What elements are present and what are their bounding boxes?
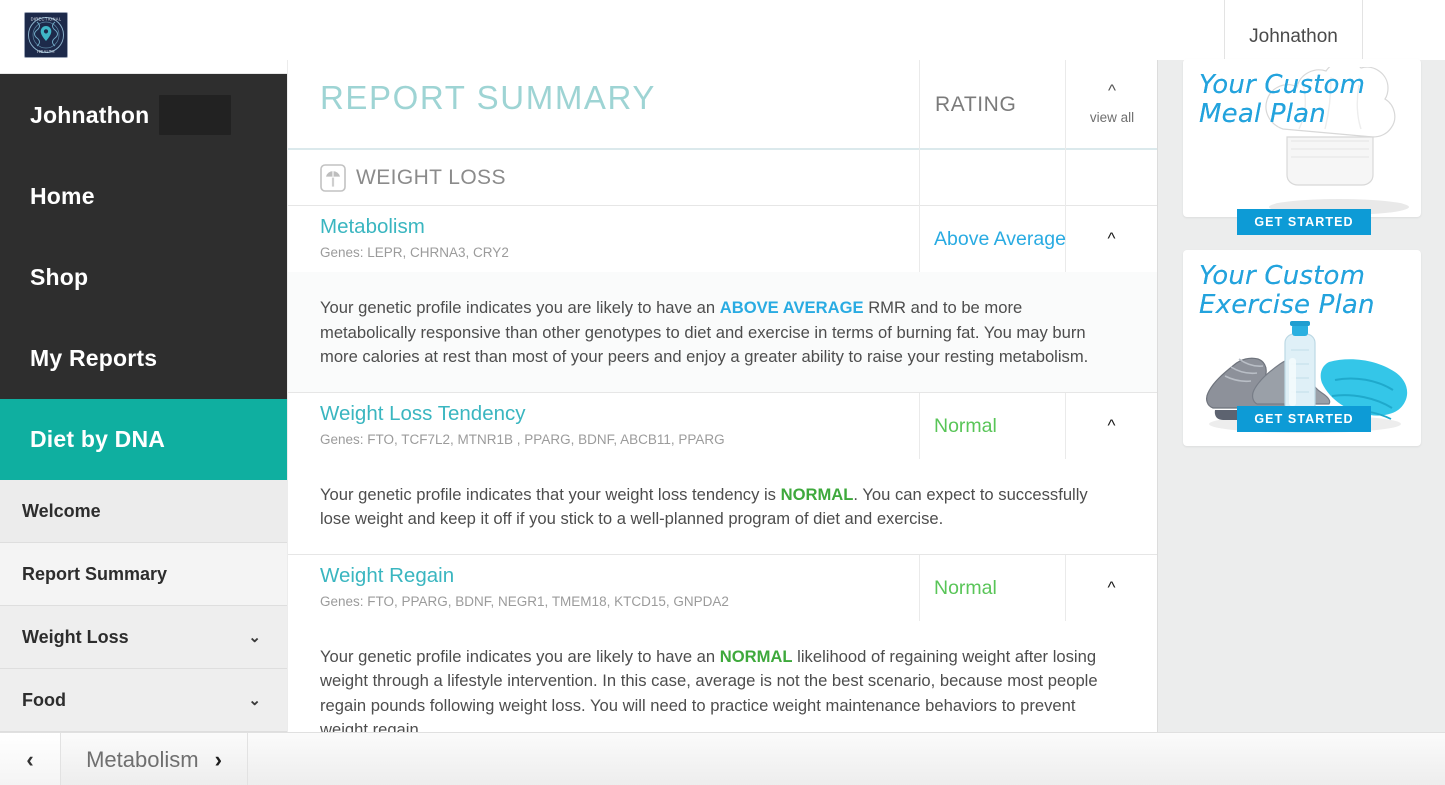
- svg-text:DIRECTIONAL: DIRECTIONAL: [31, 16, 62, 21]
- entry-name[interactable]: Metabolism: [320, 215, 425, 239]
- report-entry-header[interactable]: Weight Regain Genes: FTO, PPARG, BDNF, N…: [288, 554, 1158, 621]
- sidebar-subitem-label: Food: [22, 689, 66, 710]
- sidebar-subitem-label: Weight Loss: [22, 626, 129, 647]
- chevron-up-icon: ^: [1107, 229, 1116, 248]
- promo-title-line2: Exercise Plan: [1199, 290, 1375, 320]
- category-label: WEIGHT LOSS: [356, 165, 506, 189]
- category-label-wrap: WEIGHT LOSS: [288, 163, 506, 192]
- entry-name[interactable]: Weight Regain: [320, 564, 454, 588]
- sidebar-subitem-label: Report Summary: [22, 563, 168, 584]
- page-title: REPORT SUMMARY: [320, 79, 656, 116]
- sidebar-user-name: Johnathon: [30, 101, 150, 128]
- promo-card-meal-plan[interactable]: Your Custom Meal Plan GET STARTED: [1183, 59, 1421, 235]
- entry-collapse-toggle[interactable]: ^: [1065, 393, 1158, 459]
- main-content: REPORT SUMMARY RATING ^ view all WEIGHT …: [287, 60, 1158, 766]
- report-entry-weight-loss-tendency: Weight Loss Tendency Genes: FTO, TCF7L2,…: [288, 392, 1158, 555]
- entry-genes: Genes: FTO, TCF7L2, MTNR1B , PPARG, BDNF…: [320, 431, 725, 447]
- view-all-control[interactable]: ^ view all: [1065, 60, 1158, 150]
- sidebar-item-shop[interactable]: Shop: [0, 237, 287, 318]
- column-divider: [919, 150, 920, 206]
- sidebar-item-label: My Reports: [30, 345, 158, 371]
- get-started-label: GET STARTED: [1254, 412, 1354, 426]
- promo-title: Your Custom Exercise Plan: [1199, 262, 1375, 320]
- category-row-weight-loss: WEIGHT LOSS: [288, 150, 1157, 206]
- status-badge: Normal: [934, 414, 997, 437]
- entry-genes: Genes: FTO, PPARG, BDNF, NEGR1, TMEM18, …: [320, 593, 729, 609]
- sidebar-subitem-food[interactable]: Food ⌄: [0, 669, 287, 732]
- pager-filler: [248, 733, 1445, 785]
- get-started-button[interactable]: GET STARTED: [1237, 209, 1371, 235]
- chevron-up-icon: ^: [1108, 80, 1116, 100]
- sidebar-user: Johnathon: [0, 74, 287, 156]
- app-root: DIRECTIONAL HEALTH Johnathon Johnathon H…: [0, 0, 1445, 785]
- chevron-right-icon[interactable]: ›: [215, 747, 222, 773]
- report-header-row: REPORT SUMMARY RATING ^ view all: [288, 60, 1157, 150]
- sidebar-item-my-reports[interactable]: My Reports: [0, 318, 287, 399]
- column-divider: [919, 206, 920, 272]
- entry-collapse-toggle[interactable]: ^: [1065, 206, 1158, 272]
- entry-name[interactable]: Weight Loss Tendency: [320, 402, 526, 426]
- promo-title-line1: Your Custom: [1199, 261, 1366, 291]
- get-started-button[interactable]: GET STARTED: [1237, 406, 1371, 432]
- chevron-up-icon: ^: [1107, 577, 1116, 597]
- entry-body-pre: Your genetic profile indicates you are l…: [320, 298, 720, 317]
- entry-body-pre: Your genetic profile indicates that your…: [320, 484, 781, 504]
- pager-current: Metabolism ›: [61, 733, 248, 785]
- report-entry-metabolism: Metabolism Genes: LEPR, CHRNA3, CRY2 Abo…: [288, 206, 1157, 393]
- report-entry-header[interactable]: Metabolism Genes: LEPR, CHRNA3, CRY2 Abo…: [288, 206, 1157, 272]
- get-started-label: GET STARTED: [1254, 215, 1354, 229]
- chevron-left-icon: ‹: [26, 746, 34, 772]
- column-divider: [919, 554, 920, 621]
- entry-genes: Genes: LEPR, CHRNA3, CRY2: [320, 245, 509, 260]
- brand-logo[interactable]: DIRECTIONAL HEALTH: [24, 12, 68, 58]
- status-badge: Normal: [934, 576, 997, 599]
- report-entry-header[interactable]: Weight Loss Tendency Genes: FTO, TCF7L2,…: [288, 392, 1158, 459]
- promo-title: Your Custom Meal Plan: [1199, 71, 1365, 129]
- column-divider: [919, 392, 920, 459]
- sidebar-item-label: Shop: [30, 264, 89, 290]
- promo-card-exercise-plan[interactable]: Your Custom Exercise Plan GET STARTED: [1183, 250, 1421, 446]
- right-rail: Your Custom Meal Plan GET STARTED Your C…: [1157, 59, 1445, 732]
- chevron-down-icon: ⌄: [248, 692, 261, 709]
- entry-body: Your genetic profile indicates you are l…: [288, 272, 1157, 392]
- sidebar-item-label: Home: [30, 183, 95, 209]
- sidebar-item-home[interactable]: Home: [0, 156, 287, 237]
- entry-collapse-toggle[interactable]: ^: [1065, 555, 1158, 621]
- rating-column-label: RATING: [935, 93, 1017, 116]
- bottom-pager: ‹ Metabolism ›: [0, 732, 1445, 785]
- sidebar-subitem-welcome[interactable]: Welcome: [0, 480, 287, 543]
- redacted-user-surname: [159, 95, 232, 135]
- directional-health-logo-icon: DIRECTIONAL HEALTH: [25, 13, 67, 57]
- entry-body-highlight: NORMAL: [719, 646, 793, 666]
- entry-body-highlight: NORMAL: [780, 484, 854, 504]
- entry-body-highlight: ABOVE AVERAGE: [719, 298, 864, 317]
- promo-title-line2: Meal Plan: [1199, 99, 1326, 129]
- sidebar-item-label: Diet by DNA: [30, 426, 166, 452]
- sidebar-subitem-report-summary[interactable]: Report Summary: [0, 543, 287, 606]
- sidebar-subitem-weight-loss[interactable]: Weight Loss ⌄: [0, 606, 287, 669]
- promo-title-line1: Your Custom: [1199, 70, 1366, 100]
- chevron-down-icon: ⌄: [248, 629, 261, 646]
- pager-previous-button[interactable]: ‹: [0, 733, 61, 785]
- svg-text:HEALTH: HEALTH: [37, 49, 55, 54]
- scale-icon: [320, 163, 346, 192]
- entry-body-pre: Your genetic profile indicates you are l…: [320, 646, 720, 666]
- pager-current-label: Metabolism: [86, 746, 199, 772]
- rating-column-header: RATING: [919, 60, 1065, 150]
- sidebar-item-diet-by-dna[interactable]: Diet by DNA: [0, 399, 287, 480]
- entry-body: Your genetic profile indicates that your…: [288, 458, 1157, 554]
- left-sidebar: Johnathon Home Shop My Reports Diet by D…: [0, 74, 287, 785]
- header-user-name: Johnathon: [1249, 26, 1338, 47]
- sidebar-subitem-label: Welcome: [22, 500, 101, 521]
- status-badge: Above Average: [934, 228, 1066, 250]
- chevron-up-icon: ^: [1107, 415, 1116, 435]
- view-all-label: view all: [1089, 109, 1135, 125]
- column-divider: [1065, 150, 1066, 206]
